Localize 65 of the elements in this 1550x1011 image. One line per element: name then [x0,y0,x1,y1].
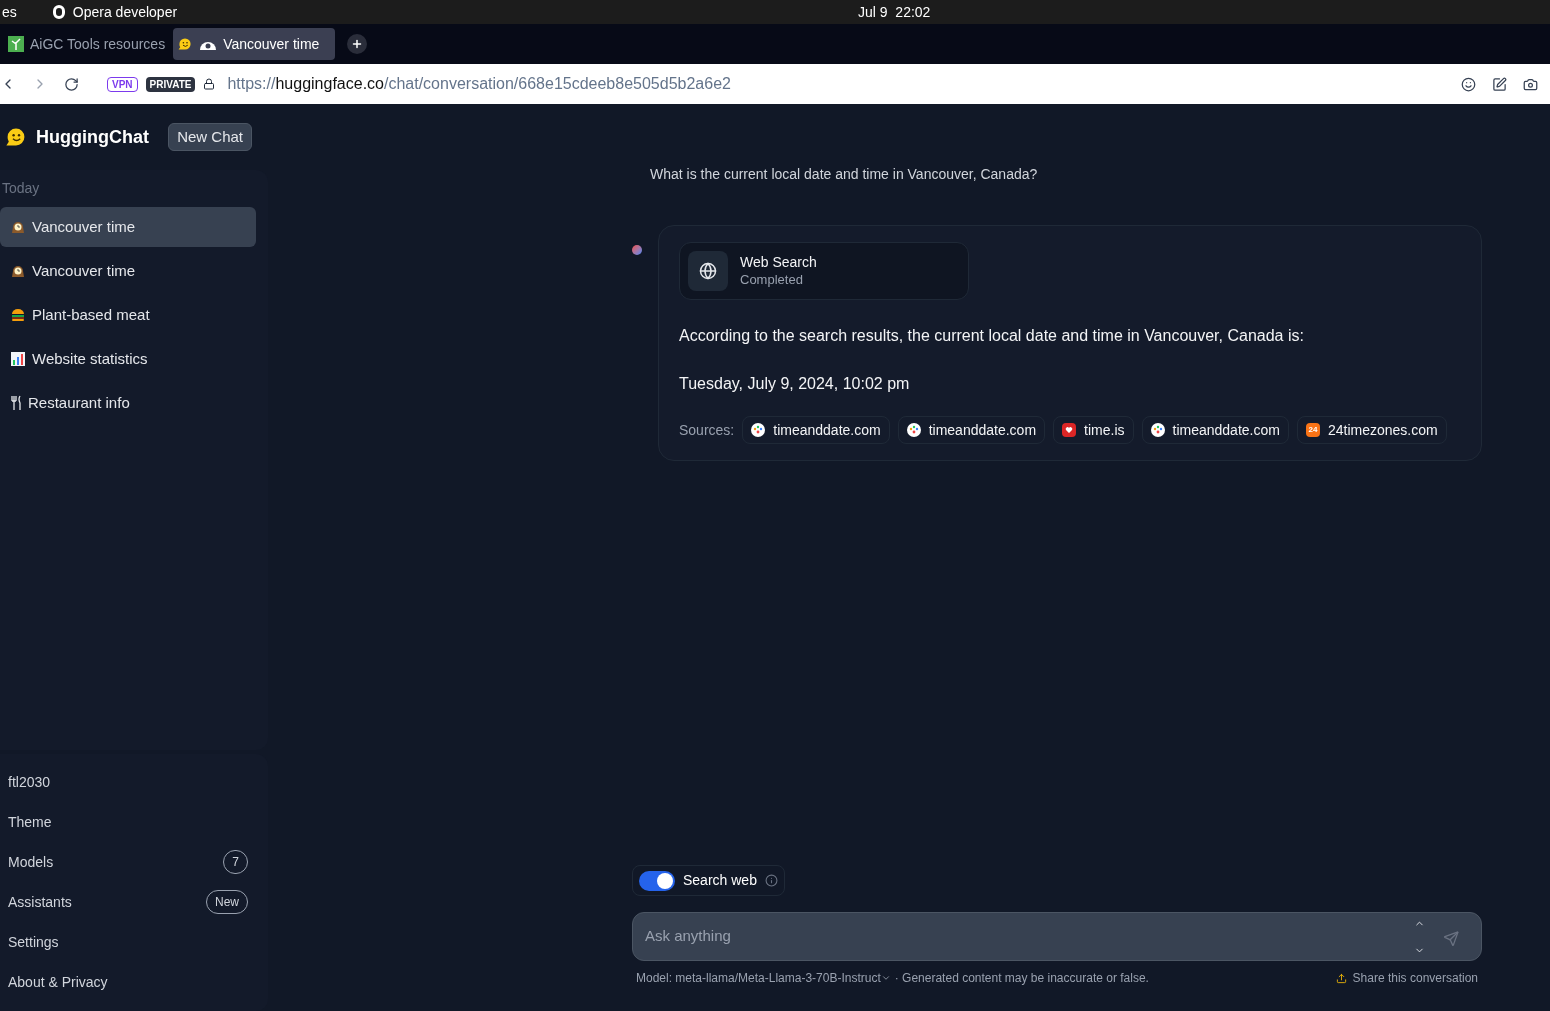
reload-icon[interactable] [64,76,79,92]
toggle-switch[interactable] [639,870,675,891]
sun-logo-icon [906,423,921,437]
opera-icon [52,5,65,19]
menu-item[interactable]: Theme [8,802,248,842]
menu-label: es [1,2,17,22]
model-selector[interactable]: Model: meta-llama/Meta-Llama-3-70B-Instruct [636,969,891,987]
search-web-toggle[interactable]: Search web [632,865,785,896]
new-chat-button[interactable]: New Chat [168,122,252,152]
menu-item[interactable]: Models 7 [8,842,248,882]
source-link[interactable]: time.is [1053,416,1134,444]
tab-title: AiGC Tools resources [30,34,166,54]
source-logo: 24 [1305,423,1320,437]
bar-chart-icon [10,351,26,367]
tool-status: Completed [740,271,804,288]
username: ftl2030 [8,772,52,792]
menu-item[interactable]: Settings [8,922,248,962]
chat-item[interactable]: Restaurant info [0,383,256,423]
input-text[interactable]: Ask anything [645,925,1414,948]
camera-icon[interactable] [1523,76,1538,92]
answer-paragraph: Tuesday, July 9, 2024, 10:02 pm [679,374,911,394]
plus-icon [351,38,364,50]
lock-icon [203,78,216,90]
sun-logo-icon [1150,423,1165,437]
answer-paragraph: According to the search results, the current local date and time in Vancouver, Canada is: [679,326,1305,346]
share-link[interactable]: Share this conversation [1335,969,1478,987]
message-input[interactable]: Ask anything [632,912,1482,961]
plant-icon [8,36,24,52]
user-message: What is the current local date and time in Vancouver, Canada? [650,165,1039,184]
assistant-avatar [632,245,642,255]
sun-logo-icon [751,423,766,437]
menu-item[interactable]: About & Privacy [8,962,248,1002]
fork-knife-icon [10,395,22,411]
burger-icon [10,307,26,323]
info-icon[interactable] [764,874,778,887]
upload-icon [1335,972,1347,984]
url-field[interactable]: https://huggingface.co/chat/conversation/668e15cdeeb8e505d5b2a6e2 [227,72,731,96]
app-name: Opera developer [72,2,178,22]
smiley-icon[interactable] [1461,76,1476,92]
edit-icon[interactable] [1492,76,1507,92]
chat-item[interactable]: Website statistics [0,339,256,379]
menu-item[interactable]: Assistants New [8,882,248,922]
source-link[interactable]: timeanddate.com [1141,416,1289,444]
tab-title: Vancouver time [223,34,320,54]
chat-item[interactable]: Plant-based meat [0,295,256,335]
browser-tab[interactable]: AiGC Tools resources [4,28,170,60]
heart-icon [1062,423,1077,437]
group-heading: Today [1,179,41,198]
chat-item[interactable]: Vancouver time [0,207,256,247]
private-badge: PRIVATE [145,76,196,92]
tool-card[interactable]: Web Search Completed [679,242,969,300]
browser-tab[interactable]: Vancouver time [173,28,336,60]
disclaimer: · Generated content may be inaccurate or false. [894,970,1149,987]
source-link[interactable]: timeanddate.com [897,416,1046,444]
sources-label: Sources: [679,420,735,440]
source-link[interactable]: 24 24timezones.com [1296,416,1447,444]
source-link[interactable]: timeanddate.com [742,416,890,444]
globe-icon [688,251,728,291]
vpn-badge[interactable]: VPN [107,76,138,92]
new-tab-button[interactable] [347,34,368,54]
app-title: HuggingChat [36,125,149,149]
tool-title: Web Search [740,254,817,272]
caret-icon [880,973,891,983]
clock: Jul 9 22:02 [858,2,931,22]
chat-item[interactable]: Vancouver time [0,251,256,291]
